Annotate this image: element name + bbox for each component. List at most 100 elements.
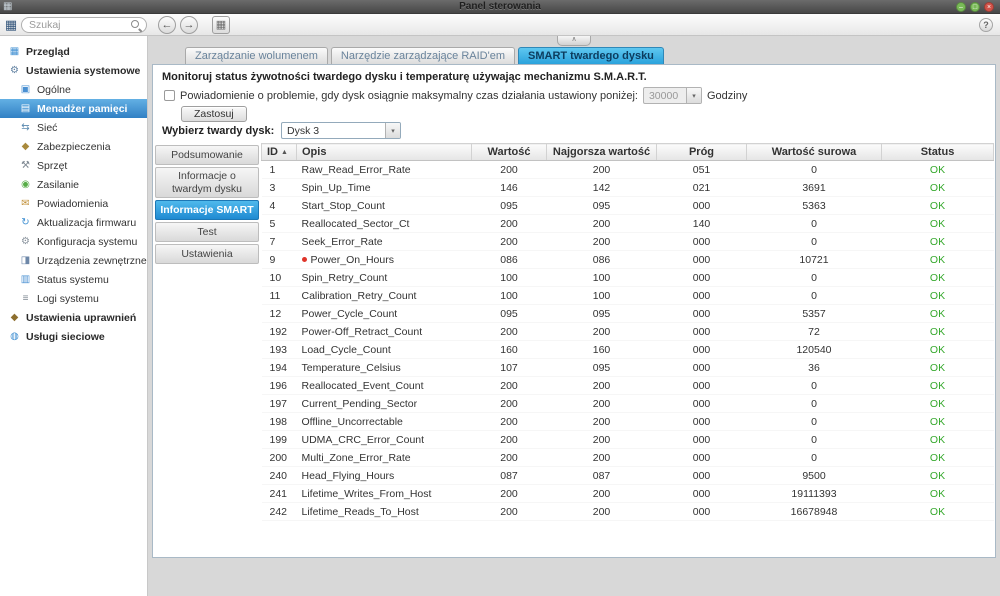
hours-unit-label: Godziny (706, 89, 748, 102)
notify-checkbox[interactable] (164, 90, 175, 101)
cell-value: 200 (471, 214, 547, 233)
view-switch-button[interactable]: ▦ (212, 16, 230, 34)
cell-description: Temperature_Celsius (296, 358, 472, 377)
tab-volume-management[interactable]: Zarządzanie wolumenem (185, 47, 328, 64)
sidebar-item-hardware[interactable]: ⚒ Sprzęt (0, 156, 147, 175)
sidebar-item-notifications[interactable]: ✉ Powiadomienia (0, 194, 147, 213)
smart-attribute-row[interactable]: 7 Seek_Error_Rate 200 200 000 0 OK (261, 232, 994, 251)
disk-select-value: Dysk 3 (287, 124, 320, 137)
column-header-4[interactable]: Próg (656, 143, 747, 161)
sidebar-item-external-devices[interactable]: ◨ Urządzenia zewnętrzne (0, 251, 147, 270)
cell-id: 9 (261, 250, 297, 269)
security-icon: ◆ (21, 140, 30, 152)
cell-worst-value: 200 (546, 232, 657, 251)
max-hours-select[interactable]: 30000 ▾ (642, 87, 702, 104)
cell-status: OK (881, 484, 994, 503)
smart-attribute-row[interactable]: 11 Calibration_Retry_Count 100 100 000 0 OK (261, 286, 994, 305)
cell-threshold: 140 (656, 214, 747, 233)
subnav-test[interactable]: Test (155, 222, 259, 243)
column-header-2[interactable]: Wartość (471, 143, 547, 161)
sidebar-item-label: Sprzęt (37, 159, 68, 172)
cell-value: 087 (471, 466, 547, 485)
smart-attribute-row[interactable]: 240 Head_Flying_Hours 087 087 000 9500 OK (261, 466, 994, 485)
sidebar-item-label: Logi systemu (37, 292, 99, 305)
subnav-hdd-info[interactable]: Informacje o twardym dysku (155, 167, 259, 199)
sidebar-item-overview[interactable]: ▦ Przegląd (0, 42, 147, 61)
main-content: ∧ Zarządzanie wolumenem Narzędzie zarządz… (148, 36, 1000, 596)
notifications-icon: ✉ (21, 197, 30, 209)
column-header-6[interactable]: Status (881, 143, 994, 161)
column-header-0[interactable]: ID ▲ (261, 143, 297, 161)
smart-attribute-row[interactable]: 242 Lifetime_Reads_To_Host 200 200 000 166789… (261, 502, 994, 521)
cell-raw-value: 0 (746, 160, 882, 179)
window-close-button[interactable]: × (984, 2, 994, 12)
sidebar-item-privilege-settings[interactable]: ◆ Ustawienia uprawnień (0, 308, 147, 327)
smart-attribute-row[interactable]: 241 Lifetime_Writes_From_Host 200 200 000 191… (261, 484, 994, 503)
forward-button[interactable]: → (180, 16, 198, 34)
apply-button[interactable]: Zastosuj (181, 106, 247, 122)
tab-raid-management-tool[interactable]: Narzędzie zarządzające RAID'em (330, 47, 515, 64)
smart-attribute-row[interactable]: 199 UDMA_CRC_Error_Count 200 200 000 0 OK (261, 430, 994, 449)
smart-attribute-row[interactable]: 198 Offline_Uncorrectable 200 200 000 0 OK (261, 412, 994, 431)
window-minimize-button[interactable]: – (956, 2, 966, 12)
disk-select[interactable]: Dysk 3 ▾ (281, 122, 401, 139)
column-header-3[interactable]: Najgorsza wartość (546, 143, 657, 161)
column-header-5[interactable]: Wartość surowa (746, 143, 882, 161)
sidebar-item-label: Sieć (37, 121, 58, 134)
smart-attribute-row[interactable]: 5 Reallocated_Sector_Ct 200 200 140 0 OK (261, 214, 994, 233)
sidebar-item-general[interactable]: ▣ Ogólne (0, 80, 147, 99)
search-input[interactable] (22, 19, 130, 31)
sidebar-item-system-configuration[interactable]: ⚙ Konfiguracja systemu (0, 232, 147, 251)
cell-threshold: 000 (656, 340, 747, 359)
smart-attribute-row[interactable]: 3 Spin_Up_Time 146 142 021 3691 OK (261, 178, 994, 197)
sidebar-item-security[interactable]: ◆ Zabezpieczenia (0, 137, 147, 156)
cell-status: OK (881, 394, 994, 413)
back-button[interactable]: ← (158, 16, 176, 34)
cell-description: Start_Stop_Count (296, 196, 472, 215)
cell-description: Seek_Error_Rate (296, 232, 472, 251)
subnav-settings[interactable]: Ustawienia (155, 244, 259, 265)
cell-raw-value: 9500 (746, 466, 882, 485)
cell-id: 3 (261, 178, 297, 197)
sidebar-item-power[interactable]: ◉ Zasilanie (0, 175, 147, 194)
smart-attribute-row[interactable]: 194 Temperature_Celsius 107 095 000 36 OK (261, 358, 994, 377)
smart-attribute-row[interactable]: 197 Current_Pending_Sector 200 200 000 0 OK (261, 394, 994, 413)
smart-attribute-row[interactable]: 1 Raw_Read_Error_Rate 200 200 051 0 OK (261, 160, 994, 179)
collapse-panel-handle[interactable]: ∧ (557, 36, 591, 46)
main-menu-button[interactable]: ▦ (3, 17, 19, 33)
cell-raw-value: 10721 (746, 250, 882, 269)
smart-attribute-row[interactable]: 193 Load_Cycle_Count 160 160 000 120540 OK (261, 340, 994, 359)
smart-attribute-row[interactable]: 10 Spin_Retry_Count 100 100 000 0 OK (261, 268, 994, 287)
toolbar: ▦ ← → ▦ ? (0, 14, 1000, 36)
smart-attribute-row[interactable]: 9 Power_On_Hours 086 086 000 10721 OK (261, 250, 994, 269)
smart-attribute-row[interactable]: 196 Reallocated_Event_Count 200 200 000 0 OK (261, 376, 994, 395)
sidebar-item-storage-manager[interactable]: ▤ Menadżer pamięci (0, 99, 147, 118)
cell-id: 11 (261, 286, 297, 305)
smart-attribute-row[interactable]: 200 Multi_Zone_Error_Rate 200 200 000 0 OK (261, 448, 994, 467)
cell-threshold: 000 (656, 196, 747, 215)
smart-attribute-row[interactable]: 4 Start_Stop_Count 095 095 000 5363 OK (261, 196, 994, 215)
footer (148, 558, 1000, 596)
window-maximize-button[interactable]: □ (970, 2, 980, 12)
subnav-smart-info[interactable]: Informacje SMART (155, 200, 259, 221)
column-header-1[interactable]: Opis (296, 143, 472, 161)
cell-threshold: 000 (656, 412, 747, 431)
sidebar-item-firmware-update[interactable]: ↻ Aktualizacja firmwaru (0, 213, 147, 232)
smart-attribute-row[interactable]: 192 Power-Off_Retract_Count 200 200 000 72 OK (261, 322, 994, 341)
sidebar-item-label: Menadżer pamięci (37, 102, 128, 115)
sidebar-item-system-settings[interactable]: ⚙ Ustawienia systemowe (0, 61, 147, 80)
sidebar-item-system-status[interactable]: ▥ Status systemu (0, 270, 147, 289)
sidebar-item-network-services[interactable]: ◍ Usługi sieciowe (0, 327, 147, 346)
smart-table-container: ID ▲ Opis Wartość Najgorsza wartość Próg Warto… (261, 143, 994, 556)
smart-attribute-row[interactable]: 12 Power_Cycle_Count 095 095 000 5357 OK (261, 304, 994, 323)
system-logs-icon: ≡ (22, 292, 29, 304)
help-button[interactable]: ? (979, 18, 993, 32)
subnav-summary[interactable]: Podsumowanie (155, 145, 259, 165)
sidebar-item-system-logs[interactable]: ≡ Logi systemu (0, 289, 147, 308)
cell-id: 240 (261, 466, 297, 485)
cell-worst-value: 200 (546, 448, 657, 467)
general-icon: ▣ (20, 83, 31, 95)
sidebar-item-label: Ogólne (37, 83, 71, 96)
sidebar-item-network[interactable]: ⇆ Sieć (0, 118, 147, 137)
tab-hdd-smart[interactable]: SMART twardego dysku (518, 47, 664, 64)
